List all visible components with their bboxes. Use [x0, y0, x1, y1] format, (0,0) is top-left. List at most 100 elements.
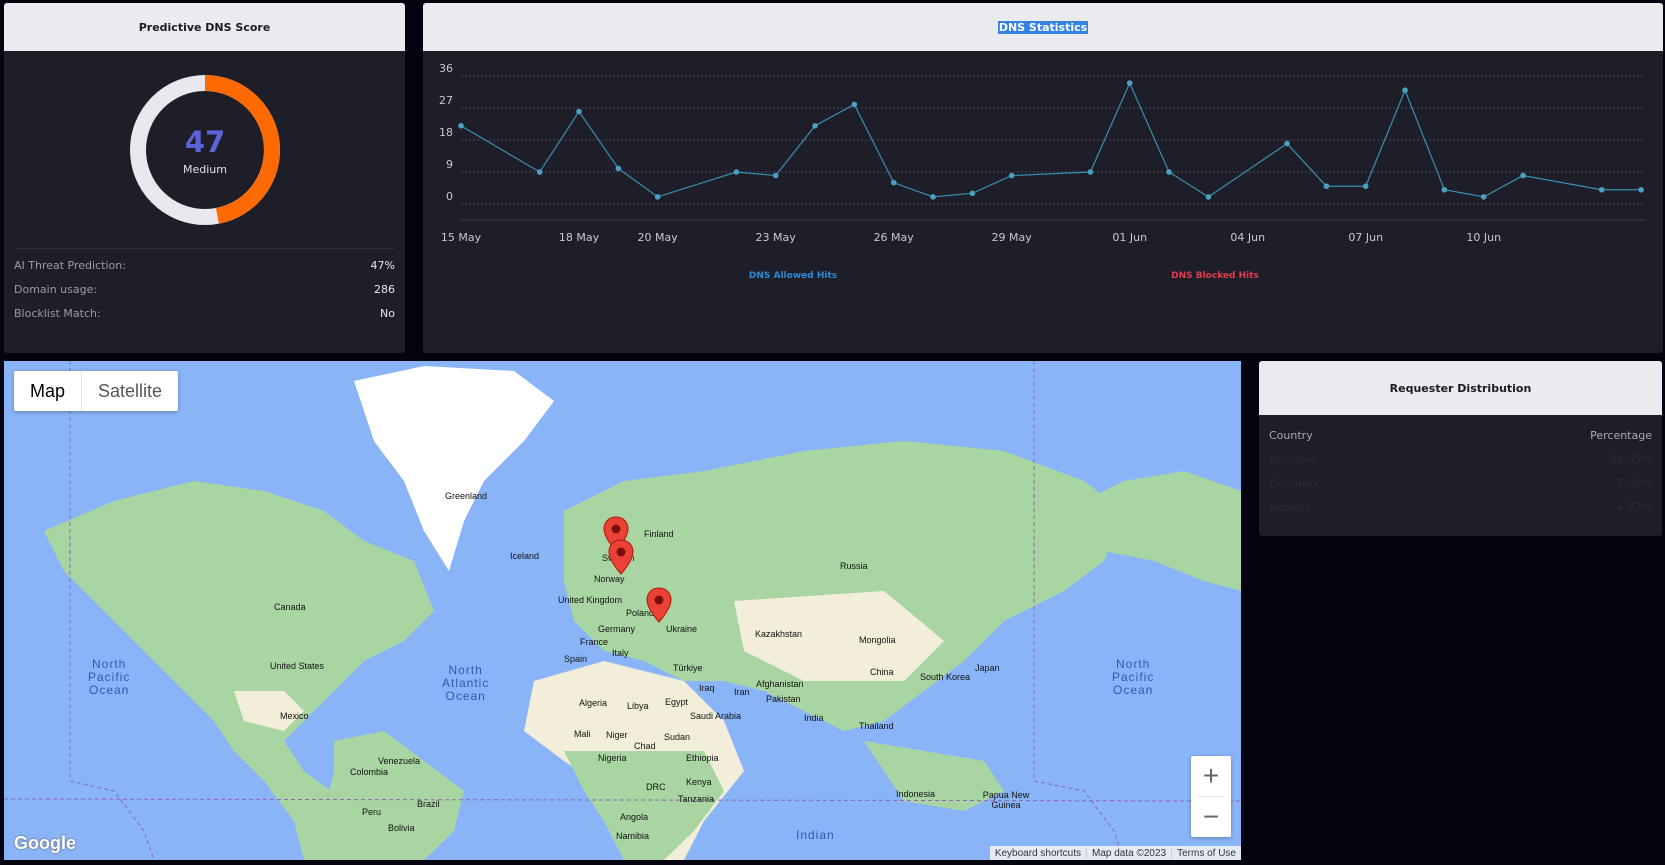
- y-tick-label: 27: [439, 94, 453, 107]
- table-row: Norway 4.87%: [1269, 501, 1652, 514]
- map-label: Greenland: [445, 491, 488, 501]
- x-tick-label: 01 Jun: [1112, 231, 1147, 244]
- x-tick-label: 10 Jun: [1466, 231, 1501, 244]
- x-tick-label: 23 May: [756, 231, 797, 244]
- data-point: [969, 190, 976, 197]
- world-map[interactable]: Greenland Iceland Finland Sweden Norway …: [4, 361, 1241, 860]
- data-point: [733, 169, 740, 175]
- data-point: [615, 165, 622, 172]
- keyboard-shortcuts-link[interactable]: Keyboard shortcuts: [990, 848, 1086, 859]
- stat-row-ai-threat: AI Threat Prediction: 47%: [14, 259, 395, 277]
- row-percentage: 7.08%: [1617, 477, 1652, 490]
- legend-item: DNS Blocked Hits: [1171, 271, 1259, 281]
- y-tick-label: 18: [439, 126, 453, 139]
- map-type-map-button[interactable]: Map: [14, 371, 81, 411]
- data-point: [1598, 186, 1605, 193]
- map-marker-romania[interactable]: [646, 587, 672, 623]
- map-label: Bolivia: [388, 823, 415, 833]
- map-label: Mali: [574, 729, 591, 739]
- terms-of-use-link[interactable]: Terms of Use: [1171, 847, 1241, 859]
- map-label: Canada: [274, 602, 306, 612]
- zoom-in-button[interactable]: +: [1191, 756, 1231, 796]
- map-label: Mongolia: [859, 635, 896, 645]
- data-point: [851, 101, 858, 108]
- x-tick-label: 15 May: [441, 231, 482, 244]
- ocean-label: North Pacific Ocean: [88, 657, 131, 697]
- map-label: Tanzania: [678, 794, 715, 804]
- map-label: United States: [270, 661, 325, 671]
- row-country: Denmark: [1269, 477, 1320, 490]
- x-tick-label: 04 Jun: [1230, 231, 1265, 244]
- map-label: Peru: [362, 807, 382, 817]
- divider: [14, 248, 395, 249]
- map-label: Russia: [840, 561, 868, 571]
- google-logo: Google: [14, 833, 76, 853]
- map-label: China: [870, 667, 894, 677]
- data-point: [1008, 172, 1015, 179]
- card-title: Predictive DNS Score: [4, 3, 405, 51]
- map-label: United Kingdom: [558, 595, 623, 605]
- legend-item: DNS Allowed Hits: [749, 271, 837, 281]
- table-row: Romania 88.05%: [1269, 453, 1652, 466]
- x-tick-label: 29 May: [992, 231, 1033, 244]
- map-label: Norway: [594, 574, 625, 584]
- map-label: Ukraine: [666, 624, 698, 634]
- map-label: Mexico: [280, 711, 309, 721]
- data-point: [654, 194, 661, 200]
- dns-line-chart: 36 27 18 9 0 15 May 18 May 20 May 23 May 26 May 29…: [439, 62, 1645, 281]
- score-level: Medium: [183, 162, 227, 176]
- data-point: [1126, 80, 1133, 86]
- score-donut: 47 Medium: [122, 67, 288, 233]
- ocean-label: North Pacific Ocean: [1112, 657, 1155, 697]
- x-tick-label: 18 May: [559, 231, 600, 244]
- y-tick-label: 36: [439, 62, 453, 75]
- x-tick-label: 20 May: [638, 231, 679, 244]
- data-point: [812, 122, 818, 129]
- data-point: [1087, 169, 1094, 175]
- data-point: [576, 108, 582, 115]
- stat-value: No: [380, 307, 395, 320]
- ocean-label: North Atlantic Ocean: [442, 663, 490, 703]
- map-label: Iran: [734, 687, 750, 697]
- table-header: Country Percentage: [1269, 429, 1652, 442]
- score-value: 47: [184, 124, 226, 159]
- map-marker-denmark[interactable]: [608, 539, 634, 575]
- map-label: Niger: [606, 730, 628, 740]
- map-label: Angola: [620, 812, 649, 822]
- data-point: [772, 172, 779, 179]
- data-point: [1520, 172, 1526, 179]
- map-label: Finland: [644, 529, 674, 539]
- row-country: Romania: [1269, 453, 1318, 466]
- map-label: Afghanistan: [756, 679, 804, 689]
- map-label: Iraq: [699, 683, 715, 693]
- map-label: Papua New Guinea: [982, 790, 1030, 810]
- table-row: Denmark 7.08%: [1269, 477, 1652, 490]
- column-percentage: Percentage: [1590, 429, 1652, 442]
- map-label: Colombia: [350, 767, 389, 777]
- row-percentage: 4.87%: [1617, 501, 1652, 514]
- data-point: [890, 179, 897, 186]
- map-label: Brazil: [417, 799, 440, 809]
- data-point: [1323, 183, 1330, 190]
- data-point: [458, 122, 464, 129]
- row-percentage: 88.05%: [1610, 453, 1652, 466]
- stat-label: Blocklist Match:: [14, 307, 101, 320]
- map-type-satellite-button[interactable]: Satellite: [81, 371, 178, 411]
- map-label: Libya: [627, 701, 649, 711]
- stat-value: 47%: [370, 259, 395, 272]
- map-label: Egypt: [665, 697, 689, 707]
- map-label: Nigeria: [598, 753, 627, 763]
- x-tick-label: 26 May: [874, 231, 915, 244]
- map-label: Thailand: [859, 721, 894, 731]
- ocean-label: Indian: [796, 828, 835, 842]
- data-point: [1402, 87, 1408, 94]
- zoom-out-button[interactable]: −: [1191, 797, 1231, 837]
- map-label: Japan: [975, 663, 1000, 673]
- data-point: [1166, 169, 1172, 175]
- y-tick-label: 0: [446, 190, 453, 203]
- map-label: Ethiopia: [686, 753, 719, 763]
- row-country: Norway: [1269, 501, 1311, 514]
- map-label: South Korea: [920, 672, 971, 682]
- data-point: [1362, 183, 1369, 190]
- map-label: Saudi Arabia: [690, 711, 742, 721]
